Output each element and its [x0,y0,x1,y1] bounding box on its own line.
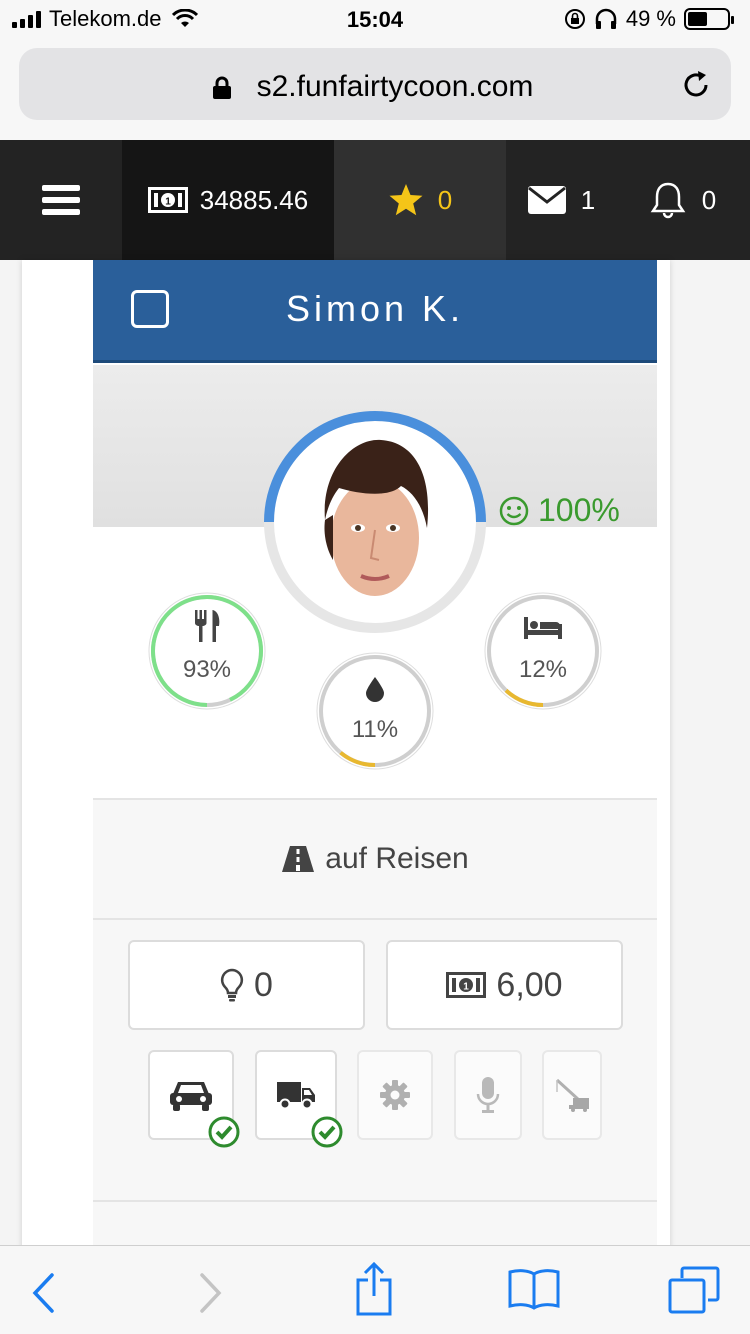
reload-icon[interactable] [679,68,713,102]
battery-percent: 49 % [625,6,676,31]
sleep-value: 12% [518,656,568,683]
status-bar: Telekom.de 15:04 49 % [0,0,750,40]
messages-button[interactable]: 1 [506,140,616,260]
truck-icon [277,1082,315,1110]
hamburger-icon [42,179,80,221]
car-icon [170,1082,212,1111]
bell-icon [650,182,686,219]
character-header: Simon K. [93,260,657,363]
crane-icon [555,1078,589,1112]
smiley-icon [499,496,529,525]
skill-crane[interactable] [542,1050,602,1140]
character-details: 0 1 6,00 [93,920,657,1200]
battery-fill [688,12,707,26]
notifications-button[interactable]: 0 [616,140,750,260]
ideas-value: 0 [254,965,273,1004]
check-circle-icon [311,1116,343,1148]
status-text: auf Reisen [325,842,469,875]
next-section [93,1200,657,1250]
banknote-icon: 1 [147,187,188,213]
share-icon[interactable] [354,1262,394,1316]
skill-truck[interactable] [255,1050,343,1148]
game-navbar: 1 34885.46 0 1 0 [0,140,750,260]
browser-toolbar [0,1245,750,1334]
avatar-ring [264,411,486,633]
tabs-icon[interactable] [668,1266,720,1314]
menu-button[interactable] [0,140,122,260]
svg-text:1: 1 [165,197,171,208]
skill-announcer[interactable] [454,1050,522,1140]
character-name: Simon K. [285,288,465,329]
sleep-gauge: 12% [482,590,604,712]
drink-gauge: 11% [314,650,436,772]
rotation-lock-icon [564,9,585,29]
wage-value: 6,00 [496,965,563,1004]
address-bar[interactable]: s2.funfairtycoon.com [19,48,731,120]
happiness-value: 100% [538,492,620,528]
drink-value: 11% [351,716,399,743]
back-icon[interactable] [30,1272,56,1314]
wage-box: 1 6,00 [386,940,623,1030]
battery-icon [684,8,734,30]
messages-count: 1 [580,184,596,215]
bed-icon [524,617,562,639]
droplet-icon [366,677,384,702]
gear-icon [380,1080,410,1110]
money-display[interactable]: 1 34885.46 [122,140,334,260]
url-text: s2.funfairtycoon.com [19,70,731,104]
bookmarks-icon[interactable] [508,1268,560,1310]
envelope-icon [527,186,566,214]
status-right: 49 % [564,6,734,32]
headphones-icon [595,8,617,29]
forward-icon[interactable] [198,1272,224,1314]
banknote-icon: 1 [446,972,487,998]
stars-value: 0 [437,184,453,215]
check-circle-icon [208,1116,240,1148]
url-label: s2.funfairtycoon.com [256,70,534,103]
road-icon [282,846,315,872]
browser-chrome: s2.funfairtycoon.com [0,40,750,140]
stars-display[interactable]: 0 [334,140,506,260]
skill-car[interactable] [148,1050,240,1148]
star-icon [389,184,423,216]
money-value: 34885.46 [199,184,309,215]
svg-text:1: 1 [464,982,470,993]
happiness-indicator: 100% [498,492,620,529]
skill-mechanic[interactable] [357,1050,433,1140]
microphone-icon [476,1077,500,1113]
travel-status: auf Reisen [93,800,657,918]
lightbulb-icon [220,968,244,1002]
food-gauge: 93% [146,590,268,712]
notifications-count: 0 [701,184,717,215]
food-value: 93% [182,656,232,683]
ideas-box: 0 [128,940,365,1030]
fork-knife-icon [195,610,220,642]
